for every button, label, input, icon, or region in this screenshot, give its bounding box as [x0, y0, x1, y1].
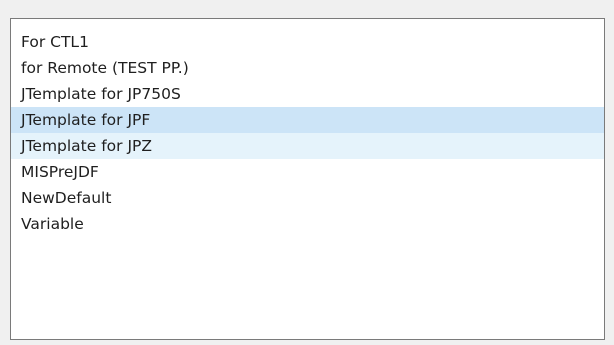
list-item-jtemplate-jpz[interactable]: JTemplate for JPZ	[11, 133, 604, 159]
list-item-jtemplate-jpf[interactable]: JTemplate for JPF	[11, 107, 604, 133]
list-item-for-remote-test-pp[interactable]: for Remote (TEST PP.)	[11, 55, 604, 81]
list-item-misprejdf[interactable]: MISPreJDF	[11, 159, 604, 185]
list-item-newdefault[interactable]: NewDefault	[11, 185, 604, 211]
list-item-variable[interactable]: Variable	[11, 211, 604, 237]
list-item-for-ctl1[interactable]: For CTL1	[11, 29, 604, 55]
list-item-jtemplate-jp750s[interactable]: JTemplate for JP750S	[11, 81, 604, 107]
template-list: For CTL1 for Remote (TEST PP.) JTemplate…	[11, 29, 604, 237]
template-listbox[interactable]: For CTL1 for Remote (TEST PP.) JTemplate…	[10, 18, 605, 340]
